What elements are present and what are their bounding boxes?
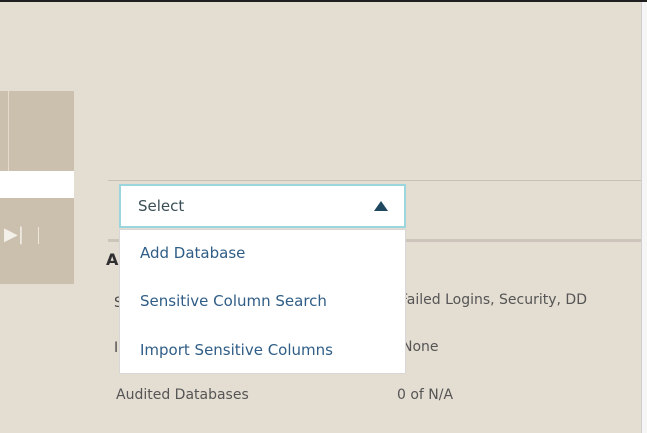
audited-databases-label: Audited Databases	[116, 387, 249, 403]
right-side-panel	[641, 2, 647, 433]
menu-item-import-sensitive-columns[interactable]: Import Sensitive Columns	[140, 341, 333, 359]
left-toolbar	[0, 91, 74, 171]
window-top-border	[0, 0, 647, 2]
menu-item-add-database[interactable]: Add Database	[140, 244, 245, 262]
section-heading-initial: A	[106, 250, 119, 269]
menu-item-sensitive-column-search[interactable]: Sensitive Column Search	[140, 292, 327, 310]
action-select[interactable]: Select	[119, 184, 406, 228]
skip-to-end-icon[interactable]: ▶|	[4, 225, 32, 245]
toolbar-divider	[8, 91, 9, 171]
audited-databases-value: 0 of N/A	[397, 387, 454, 403]
none-value: None	[402, 339, 439, 355]
chevron-up-icon[interactable]	[374, 201, 388, 211]
left-input-strip[interactable]	[0, 171, 74, 198]
events-value: Failed Logins, Security, DD	[400, 292, 587, 308]
player-separator	[38, 227, 39, 244]
select-dropdown-menu: Add Database Sensitive Column Search Imp…	[119, 229, 406, 374]
select-value: Select	[138, 197, 185, 215]
section-separator-top	[108, 180, 641, 181]
